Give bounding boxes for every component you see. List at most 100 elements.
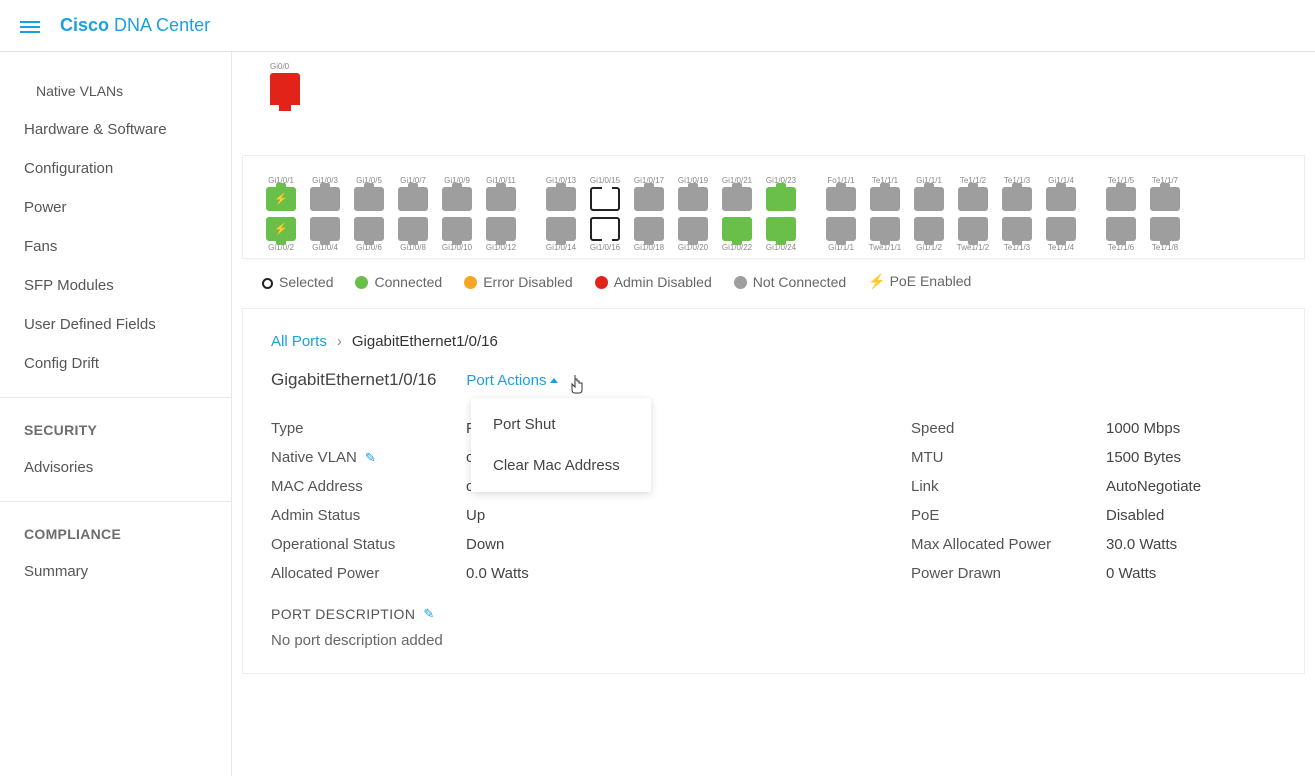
caret-up-icon [550, 378, 558, 383]
legend-selected: Selected [262, 274, 333, 290]
port-Gi1-0-7[interactable] [398, 187, 428, 211]
port-title: GigabitEthernet1/0/16 [271, 370, 436, 390]
k-mac: MAC Address [271, 478, 466, 495]
port-Gi1-0-15[interactable] [590, 187, 620, 211]
chassis: Gi0/0 [232, 52, 1315, 125]
sidebar-item-advisories[interactable]: Advisories [0, 448, 231, 487]
dropdown-port-shut[interactable]: Port Shut [471, 404, 651, 445]
chevron-right-icon: › [337, 333, 342, 350]
port-label: Gi1/0/15 [590, 176, 620, 185]
chassis-port-icon[interactable] [270, 73, 300, 105]
menu-icon[interactable] [20, 18, 40, 34]
dropdown-clear-mac[interactable]: Clear Mac Address [471, 445, 651, 486]
port-Gi1-0-4[interactable] [310, 217, 340, 241]
legend-error: Error Disabled [464, 274, 572, 290]
port-Te1-1-7[interactable] [1150, 187, 1180, 211]
brand-light: DNA Center [114, 15, 210, 35]
port-Gi1-0-3[interactable] [310, 187, 340, 211]
sidebar-item-udf[interactable]: User Defined Fields [0, 305, 231, 344]
port-Fo1-1-1[interactable] [826, 187, 856, 211]
edit-icon[interactable]: ✎ [365, 450, 376, 465]
v-drawn: 0 Watts [1106, 565, 1156, 582]
port-Te1-1-1[interactable] [870, 187, 900, 211]
port-Gi1-0-12[interactable] [486, 217, 516, 241]
port-Gi1-0-14[interactable] [546, 217, 576, 241]
port-Te1-1-2[interactable] [958, 187, 988, 211]
port-Gi1-0-9[interactable] [442, 187, 472, 211]
port-Gi1-0-6[interactable] [354, 217, 384, 241]
k-alloc: Allocated Power [271, 565, 466, 582]
chassis-port-label: Gi0/0 [270, 62, 1285, 71]
v-maxp: 30.0 Watts [1106, 536, 1177, 553]
port-Gi1-0-16[interactable] [590, 217, 620, 241]
main: Gi0/0 Gi1/0/1Gi1/0/3Gi1/0/5Gi1/0/7Gi1/0/… [232, 52, 1315, 776]
k-admin: Admin Status [271, 507, 466, 524]
divider [0, 501, 231, 502]
port-Te1-1-6[interactable] [1106, 217, 1136, 241]
sidebar-head-compliance: COMPLIANCE [0, 516, 231, 552]
port-Gi1-0-5[interactable] [354, 187, 384, 211]
port-Twe1-1-2[interactable] [958, 217, 988, 241]
brand: Cisco DNA Center [60, 15, 210, 36]
port-actions-dropdown: Port Shut Clear Mac Address [471, 398, 651, 492]
port-Te1-1-8[interactable] [1150, 217, 1180, 241]
bolt-icon: ⚡ [868, 273, 885, 289]
port-Te1-1-5[interactable] [1106, 187, 1136, 211]
port-Gi1-0-21[interactable] [722, 187, 752, 211]
port-Gi1-0-13[interactable] [546, 187, 576, 211]
port-Gi1-0-8[interactable] [398, 217, 428, 241]
breadcrumb-all-ports[interactable]: All Ports [271, 333, 327, 350]
v-poe: Disabled [1106, 507, 1164, 524]
sidebar-item-drift[interactable]: Config Drift [0, 344, 231, 383]
port-Gi1-0-19[interactable] [678, 187, 708, 211]
sidebar-item-configuration[interactable]: Configuration [0, 149, 231, 188]
port-Gi1-0-24[interactable] [766, 217, 796, 241]
title-row: GigabitEthernet1/0/16 Port Actions Port … [271, 370, 1276, 390]
breadcrumb: All Ports › GigabitEthernet1/0/16 [271, 333, 1276, 350]
port-Te1-1-3[interactable] [1002, 217, 1032, 241]
v-link: AutoNegotiate [1106, 478, 1201, 495]
k-drawn: Power Drawn [911, 565, 1106, 582]
legend-poe: ⚡PoE Enabled [868, 273, 971, 290]
sidebar-item-summary[interactable]: Summary [0, 552, 231, 591]
sidebar-item-native-vlans[interactable]: Native VLANs [0, 72, 231, 110]
port-Gi1-1-1[interactable] [914, 187, 944, 211]
edit-icon[interactable]: ✎ [423, 606, 434, 622]
port-Gi1-0-22[interactable] [722, 217, 752, 241]
legend: Selected Connected Error Disabled Admin … [232, 259, 1315, 304]
detail-right: Speed1000 Mbps MTU1500 Bytes LinkAutoNeg… [911, 414, 1276, 649]
sidebar-item-fans[interactable]: Fans [0, 227, 231, 266]
port-Gi1-0-11[interactable] [486, 187, 516, 211]
port-Gi1-1-4[interactable] [1046, 187, 1076, 211]
port-actions-button[interactable]: Port Actions [466, 372, 558, 389]
cursor-icon [569, 374, 585, 399]
legend-notconn: Not Connected [734, 274, 846, 290]
dot-icon [734, 276, 747, 289]
port-Te1-1-4[interactable] [1046, 217, 1076, 241]
sidebar-item-sfp[interactable]: SFP Modules [0, 266, 231, 305]
brand-bold: Cisco [60, 15, 109, 35]
port-Gi1-1-2[interactable] [914, 217, 944, 241]
v-speed: 1000 Mbps [1106, 420, 1180, 437]
legend-connected: Connected [355, 274, 442, 290]
port-Gi1-0-18[interactable] [634, 217, 664, 241]
port-label: Gi1/0/16 [590, 243, 620, 252]
port-Gi1-0-1[interactable] [266, 187, 296, 211]
port-Gi1-0-20[interactable] [678, 217, 708, 241]
dot-icon [464, 276, 477, 289]
breadcrumb-current: GigabitEthernet1/0/16 [352, 333, 498, 350]
sidebar-item-hardware[interactable]: Hardware & Software [0, 110, 231, 149]
port-Gi1-1-1[interactable] [826, 217, 856, 241]
port-Gi1-0-10[interactable] [442, 217, 472, 241]
v-mtu: 1500 Bytes [1106, 449, 1181, 466]
port-Te1-1-3[interactable] [1002, 187, 1032, 211]
port-Gi1-0-17[interactable] [634, 187, 664, 211]
ports-panel: Gi1/0/1Gi1/0/3Gi1/0/5Gi1/0/7Gi1/0/9Gi1/0… [242, 155, 1305, 259]
port-Gi1-0-23[interactable] [766, 187, 796, 211]
sidebar-item-power[interactable]: Power [0, 188, 231, 227]
sidebar: Native VLANs Hardware & Software Configu… [0, 52, 232, 776]
port-actions-label: Port Actions [466, 372, 546, 389]
port-Gi1-0-2[interactable] [266, 217, 296, 241]
port-Twe1-1-1[interactable] [870, 217, 900, 241]
legend-admin: Admin Disabled [595, 274, 712, 290]
